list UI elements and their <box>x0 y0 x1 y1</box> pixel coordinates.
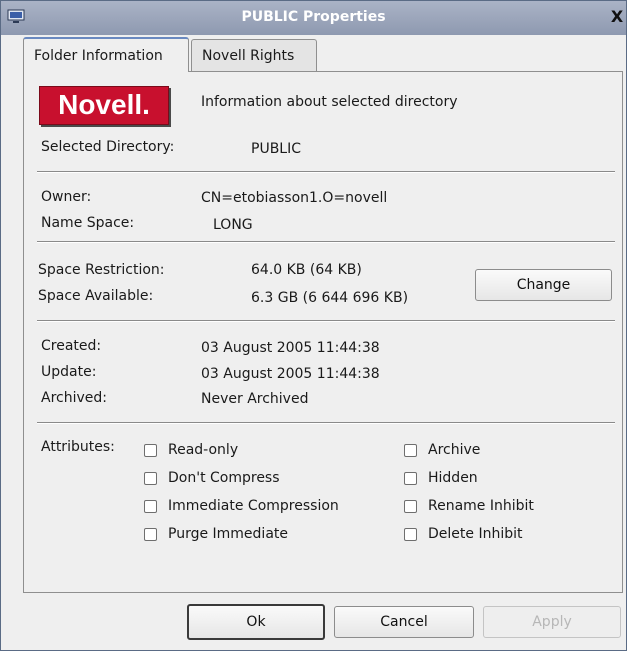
close-icon[interactable]: X <box>610 8 624 26</box>
owner-value: CN=etobiasson1.O=novell <box>201 190 388 206</box>
hidden-label[interactable]: Hidden <box>428 470 478 486</box>
update-label: Update: <box>41 364 97 380</box>
tab-folder-information[interactable]: Folder Information <box>23 37 189 72</box>
read-only-label[interactable]: Read-only <box>168 442 238 458</box>
separator <box>37 171 615 173</box>
ok-button[interactable]: Ok <box>187 604 325 640</box>
separator <box>37 241 615 243</box>
name-space-label: Name Space: <box>41 215 135 231</box>
delete-inhibit-label[interactable]: Delete Inhibit <box>428 526 522 542</box>
title-bar: PUBLIC Properties X <box>1 1 626 35</box>
space-available-label: Space Available: <box>38 288 154 304</box>
cancel-button[interactable]: Cancel <box>334 606 474 638</box>
header-info: Information about selected directory <box>201 94 458 110</box>
purge-immediate-checkbox[interactable] <box>144 528 157 541</box>
attributes-label: Attributes: <box>41 439 115 455</box>
properties-dialog: PUBLIC Properties X Folder Information N… <box>0 0 627 651</box>
hidden-checkbox[interactable] <box>404 472 417 485</box>
rename-inhibit-checkbox[interactable] <box>404 500 417 513</box>
novell-logo: Novell. <box>39 86 169 125</box>
delete-inhibit-checkbox[interactable] <box>404 528 417 541</box>
archive-label[interactable]: Archive <box>428 442 480 458</box>
purge-immediate-label[interactable]: Purge Immediate <box>168 526 288 542</box>
owner-label: Owner: <box>41 189 92 205</box>
separator <box>37 422 615 424</box>
tab-novell-rights[interactable]: Novell Rights <box>191 39 317 71</box>
immediate-compression-checkbox[interactable] <box>144 500 157 513</box>
dont-compress-label[interactable]: Don't Compress <box>168 470 280 486</box>
apply-button[interactable]: Apply <box>483 606 621 638</box>
dont-compress-checkbox[interactable] <box>144 472 157 485</box>
archived-label: Archived: <box>41 390 107 406</box>
created-value: 03 August 2005 11:44:38 <box>201 340 380 356</box>
archived-value: Never Archived <box>201 391 309 407</box>
rename-inhibit-label[interactable]: Rename Inhibit <box>428 498 534 514</box>
read-only-checkbox[interactable] <box>144 444 157 457</box>
space-restriction-label: Space Restriction: <box>38 262 165 278</box>
immediate-compression-label[interactable]: Immediate Compression <box>168 498 339 514</box>
space-available-value: 6.3 GB (6 644 696 KB) <box>251 290 409 306</box>
name-space-value: LONG <box>213 217 253 233</box>
archive-checkbox[interactable] <box>404 444 417 457</box>
selected-directory-value: PUBLIC <box>251 141 301 157</box>
change-button[interactable]: Change <box>475 269 612 301</box>
window-title: PUBLIC Properties <box>241 9 386 25</box>
separator <box>37 320 615 322</box>
space-restriction-value: 64.0 KB (64 KB) <box>251 262 362 278</box>
update-value: 03 August 2005 11:44:38 <box>201 366 380 382</box>
created-label: Created: <box>41 338 102 354</box>
selected-directory-label: Selected Directory: <box>41 139 175 155</box>
